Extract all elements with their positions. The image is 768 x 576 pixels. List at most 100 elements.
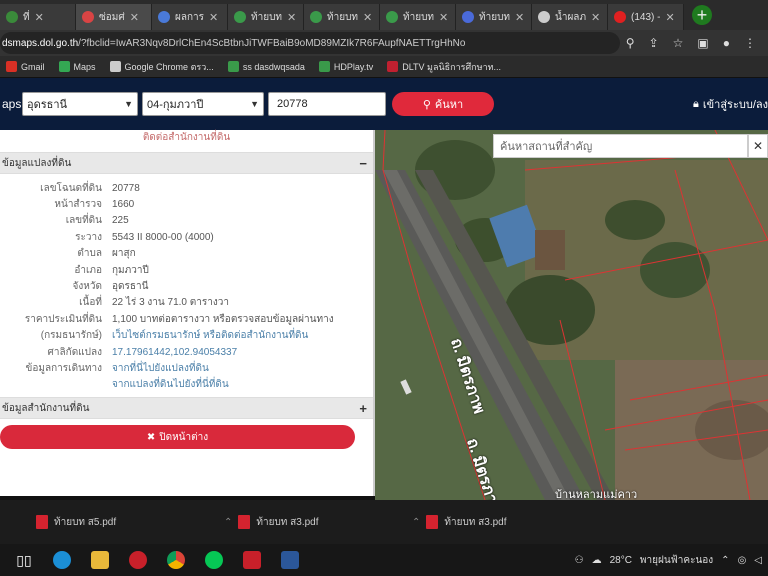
weather-text: พายุฝนฟ้าคะนอง — [639, 554, 714, 566]
detail-link[interactable]: 17.17961442,102.94054337 — [112, 347, 237, 358]
close-icon: ✖ — [146, 431, 156, 443]
detail-link[interactable]: จากแปลงที่ดินไปยังที่นี่ที่ดิน — [112, 377, 229, 392]
tab-close-icon[interactable]: ✕ — [363, 11, 372, 24]
pdf-file-icon — [426, 515, 439, 529]
detail-key: ระวาง — [75, 231, 102, 243]
collapse-icon[interactable]: − — [359, 156, 367, 171]
download-item[interactable]: ⌃ ท้ายบท ส3.pdf — [188, 515, 376, 530]
browser-tab[interactable]: ซ่อมศ่ ✕ — [76, 4, 152, 30]
close-window-button[interactable]: ✖ ปิดหน้าต่าง — [0, 425, 355, 450]
chevron-up-icon[interactable]: ⌃ — [721, 555, 729, 566]
section-header-parcel[interactable]: ข้อมูลแปลงที่ดิน − — [0, 152, 373, 174]
bookmark-item[interactable]: Gmail — [6, 61, 45, 72]
site-header: aps อุดรธานี ▼ 04-กุมภวาปี ▼ 20778 ⚲ ค้น… — [0, 78, 768, 130]
tab-favicon-icon — [310, 11, 322, 23]
opera-icon[interactable] — [124, 546, 152, 574]
word-icon[interactable] — [276, 546, 304, 574]
detail-link[interactable]: เว็บไซต์กรมธนารักษ์ หรือติดต่อสำนักงานที… — [112, 328, 308, 343]
bookmark-item[interactable]: Google Chrome ตรว... — [109, 60, 214, 74]
tab-favicon-icon — [538, 11, 550, 23]
new-tab-button[interactable]: + — [692, 5, 712, 25]
line-icon[interactable] — [200, 546, 228, 574]
bookmark-item[interactable]: ss dasdwqsada — [227, 61, 305, 72]
tab-close-icon[interactable]: ✕ — [591, 11, 600, 24]
close-window-label: ปิดหน้าต่าง — [159, 431, 209, 443]
province-select-value: อุดรธานี — [27, 99, 68, 111]
tab-favicon-icon — [386, 11, 398, 23]
tab-label: ผลการ — [175, 11, 205, 23]
detail-row: ศาลิกัดแปลง 17.17961442,102.94054337 — [0, 344, 373, 360]
share-icon[interactable]: ⇪ — [649, 36, 659, 50]
detail-key: หน้าสำรวจ — [54, 199, 102, 211]
location-icon[interactable]: ⚲ — [626, 36, 635, 50]
file-explorer-icon[interactable] — [86, 546, 114, 574]
url-field[interactable]: dsmaps.dol.go.th /?fbclid=IwAR3Nqv8DrlCh… — [0, 32, 620, 54]
tab-close-icon[interactable]: ✕ — [35, 11, 44, 24]
contact-office-link[interactable]: ติดต่อสำนักงานที่ดิน — [0, 130, 373, 152]
browser-tab[interactable]: น้ำผลภ ✕ — [532, 4, 608, 30]
search-button[interactable]: ⚲ ค้นหา — [392, 92, 494, 116]
parcel-number-input[interactable]: 20778 — [268, 92, 386, 116]
people-icon[interactable]: ⚇ — [575, 555, 584, 566]
menu-icon[interactable]: ⋮ — [744, 36, 756, 50]
volume-icon[interactable]: ◁ — [754, 555, 762, 566]
detail-key: เลขโฉนดที่ดิน — [40, 182, 102, 194]
bookmark-item[interactable]: DLTV มูลนิธิการศึกษาท... — [387, 60, 501, 74]
browser-tab[interactable]: ท้ายบท ✕ — [304, 4, 380, 30]
section-header-office[interactable]: ข้อมูลสำนักงานที่ดิน + — [0, 397, 373, 420]
bookmark-star-icon[interactable]: ☆ — [673, 36, 684, 50]
download-item[interactable]: ท้ายบท ส5.pdf — [0, 515, 188, 530]
parcel-info-panel: ติดต่อสำนักงานที่ดิน ข้อมูลแปลงที่ดิน − … — [0, 130, 375, 496]
browser-tab[interactable]: ท้ายบท ✕ — [228, 4, 304, 30]
chrome-icon[interactable] — [162, 546, 190, 574]
temperature: 28°C — [609, 554, 632, 566]
chevron-up-icon[interactable]: ⌃ — [224, 517, 232, 528]
detail-key: (กรมธนารักษ์) — [40, 330, 102, 342]
detail-key: ราคาประเมินที่ดิน — [24, 313, 102, 325]
detail-row: (กรมธนารักษ์) เว็บไซต์กรมธนารักษ์ หรือติด… — [0, 328, 373, 344]
expand-icon[interactable]: + — [359, 401, 367, 416]
browser-tab[interactable]: (143) - ✕ — [608, 4, 684, 30]
tab-close-icon[interactable]: ✕ — [209, 11, 218, 24]
detail-row: จากแปลงที่ดินไปยังที่นี่ที่ดิน — [0, 377, 373, 393]
login-link[interactable]: 🔒︎ เข้าสู่ระบบ/ลง — [693, 95, 768, 113]
tab-label: ท้ายบท — [327, 11, 359, 23]
pdf-reader-icon[interactable] — [238, 546, 266, 574]
chevron-down-icon: ▼ — [250, 99, 259, 109]
bookmark-favicon-icon — [109, 61, 121, 72]
bookmark-item[interactable]: HDPlay.tv — [318, 61, 373, 72]
search-button-label: ค้นหา — [434, 99, 464, 111]
close-icon[interactable]: ✕ — [748, 134, 768, 158]
browser-tab[interactable]: ท้ายบท ✕ — [456, 4, 532, 30]
district-select[interactable]: 04-กุมภวาปี ▼ — [142, 92, 264, 116]
landmark-search-input[interactable]: ค้นหาสถานที่สำคัญ — [493, 134, 748, 158]
tab-close-icon[interactable]: ✕ — [515, 11, 524, 24]
bookmark-favicon-icon — [387, 61, 399, 72]
tab-close-icon[interactable]: ✕ — [287, 11, 296, 24]
network-icon[interactable]: ◎ — [738, 555, 747, 566]
place-label: บ้านหลามแม่คาว — [555, 489, 638, 500]
profile-icon[interactable]: ● — [723, 36, 730, 50]
extension-icon[interactable]: ▣ — [697, 36, 708, 50]
detail-link[interactable]: จากที่นี่ไปยังแปลงที่ดิน — [112, 361, 209, 376]
tab-close-icon[interactable]: ✕ — [439, 11, 448, 24]
detail-value: 225 — [112, 215, 129, 227]
bookmark-item[interactable]: Maps — [58, 61, 96, 72]
task-view-icon[interactable]: ▯▯ — [10, 546, 38, 574]
chevron-up-icon[interactable]: ⌃ — [412, 517, 420, 528]
browser-tab[interactable]: ผลการ ✕ — [152, 4, 228, 30]
tab-favicon-icon — [82, 11, 94, 23]
province-select[interactable]: อุดรธานี ▼ — [22, 92, 138, 116]
browser-tab[interactable]: ที่ ✕ — [0, 4, 76, 30]
bookmark-label: ss dasdwqsada — [242, 61, 305, 72]
satellite-map[interactable]: ถ. มิตรภาพ ถ. มิตรภา บ้านหลามแม่คาว ค้นห… — [375, 130, 768, 500]
tab-close-icon[interactable]: ✕ — [665, 11, 674, 24]
tab-close-icon[interactable]: ✕ — [130, 11, 139, 24]
edge-icon[interactable] — [48, 546, 76, 574]
detail-value: อุดรธานี — [112, 281, 149, 293]
tab-label: น้ำผลภ — [555, 11, 587, 23]
detail-value: 1,100 บาทต่อตารางวา หรือตรวจสอบข้อมูลผ่า… — [112, 313, 334, 325]
district-select-value: 04-กุมภวาปี — [147, 99, 204, 111]
download-item[interactable]: ⌃ ท้ายบท ส3.pdf — [376, 515, 564, 530]
browser-tab[interactable]: ท้ายบท ✕ — [380, 4, 456, 30]
